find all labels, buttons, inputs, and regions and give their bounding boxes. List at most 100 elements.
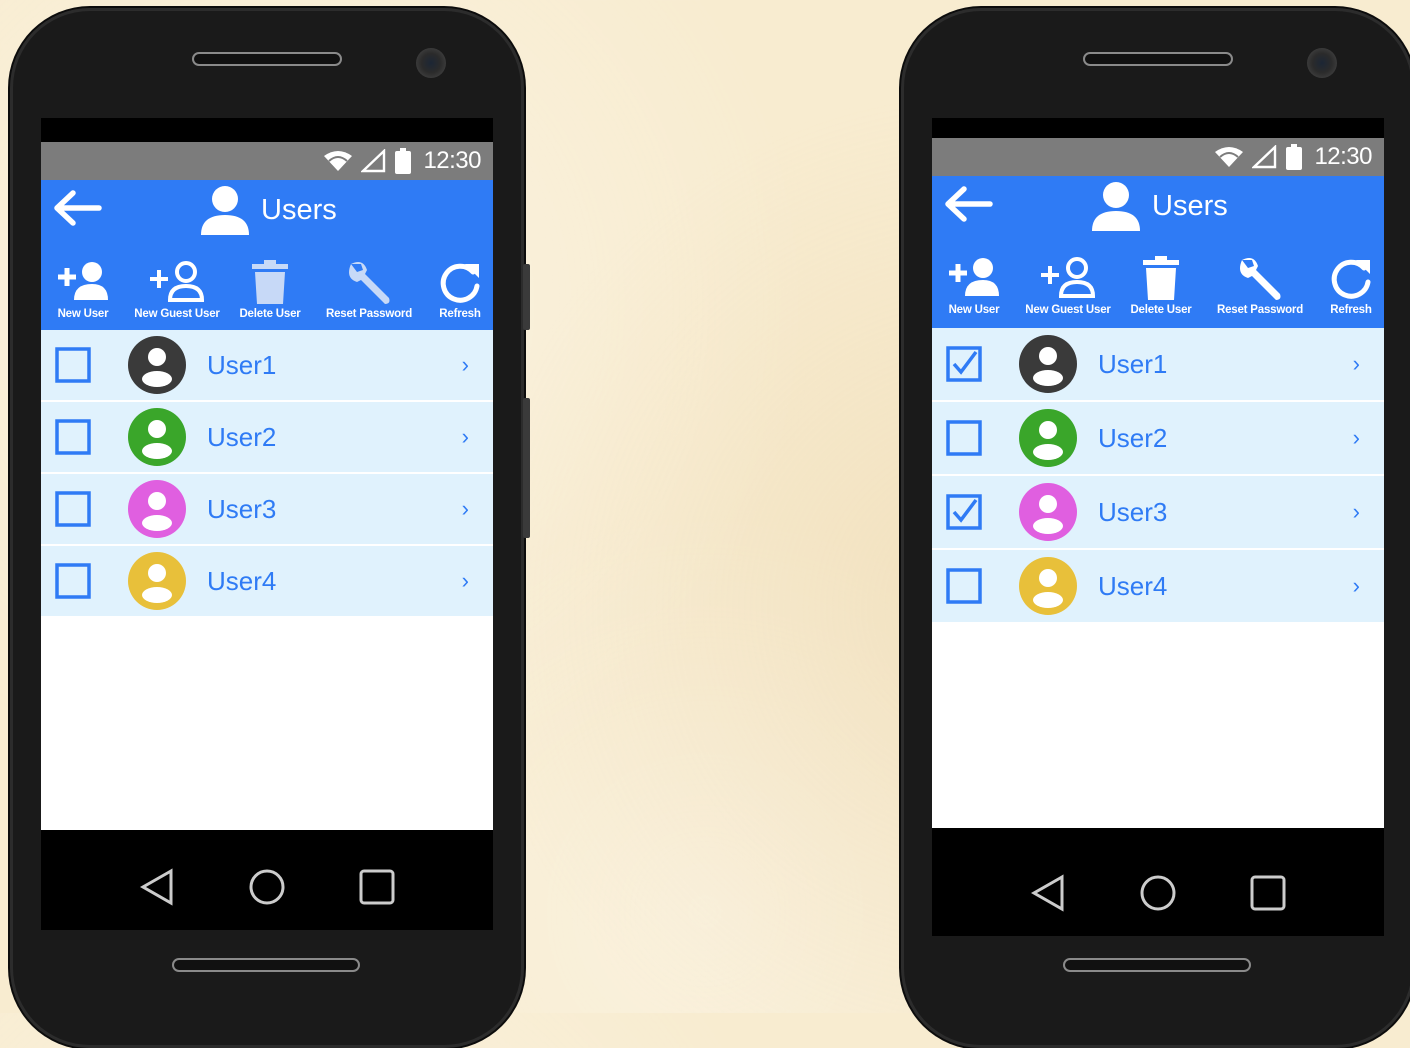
- user-name: User3: [207, 493, 277, 524]
- new-guest-user-button[interactable]: New Guest User: [1016, 256, 1120, 316]
- home-circle-icon[interactable]: [247, 867, 287, 907]
- user-row-user3[interactable]: User3 ›: [41, 474, 493, 546]
- screen: 12:30 Users New User New Guest User Dele…: [41, 118, 493, 930]
- trash-icon: [1143, 256, 1179, 300]
- wrench-icon: [1240, 258, 1281, 300]
- user-row-user3[interactable]: User3 ›: [932, 476, 1384, 550]
- chevron-right-icon: ›: [1352, 351, 1360, 376]
- user-name: User1: [207, 349, 277, 380]
- avatar-icon: [128, 480, 186, 538]
- checkbox-icon[interactable]: [55, 563, 91, 599]
- user-name: User2: [207, 421, 277, 452]
- front-camera: [1307, 48, 1337, 78]
- screen: 12:30 Users New User New Guest User Dele…: [932, 118, 1384, 936]
- signal-icon: [1252, 145, 1277, 169]
- checkbox-checked-icon[interactable]: [946, 494, 982, 530]
- avatar-icon: [1019, 335, 1077, 393]
- avatar-icon: [1019, 409, 1077, 467]
- user-name: User1: [1098, 348, 1168, 379]
- page-title: Users: [1152, 189, 1228, 222]
- wifi-icon: [324, 151, 353, 171]
- refresh-icon: [1331, 259, 1371, 299]
- chevron-right-icon: ›: [1352, 499, 1360, 524]
- checkbox-icon[interactable]: [946, 568, 982, 604]
- header-title-group: Users: [1090, 178, 1228, 234]
- bottom-speaker: [172, 958, 360, 972]
- reset-password-button[interactable]: Reset Password: [311, 260, 427, 320]
- user-name: User2: [1098, 422, 1168, 453]
- back-arrow-icon[interactable]: [942, 184, 996, 224]
- user-icon: [201, 186, 249, 235]
- delete-user-button[interactable]: Delete User: [1120, 256, 1202, 316]
- reset-password-button[interactable]: Reset Password: [1202, 256, 1318, 316]
- new-user-button[interactable]: New User: [932, 256, 1016, 316]
- user-row-user1[interactable]: User1 ›: [932, 328, 1384, 402]
- user-row-user4[interactable]: User4 ›: [932, 550, 1384, 624]
- volume-button: [523, 264, 530, 330]
- new-user-button[interactable]: New User: [41, 260, 125, 320]
- status-time: 12:30: [1314, 143, 1372, 170]
- refresh-button[interactable]: Refresh: [1318, 256, 1384, 316]
- user-row-user1[interactable]: User1 ›: [41, 330, 493, 402]
- wrench-icon: [349, 262, 390, 304]
- phone-right: 12:30 Users New User New Guest User Dele…: [901, 8, 1410, 1048]
- user-name: User4: [1098, 570, 1168, 601]
- battery-icon: [395, 148, 412, 174]
- back-triangle-icon[interactable]: [1028, 873, 1068, 913]
- chevron-right-icon: ›: [1352, 425, 1360, 450]
- home-circle-icon[interactable]: [1138, 873, 1178, 913]
- system-navbar: [41, 840, 493, 930]
- avatar-icon: [128, 408, 186, 466]
- battery-icon: [1286, 144, 1303, 170]
- add-guest-user-icon: [150, 261, 205, 302]
- user-list: User1 › User2 › User3 › User4 ›: [932, 328, 1384, 828]
- user-row-user2[interactable]: User2 ›: [932, 402, 1384, 476]
- checkbox-icon[interactable]: [946, 420, 982, 456]
- avatar-icon: [1019, 483, 1077, 541]
- wifi-icon: [1215, 147, 1244, 167]
- back-arrow-icon[interactable]: [51, 188, 105, 228]
- recents-square-icon[interactable]: [357, 867, 397, 907]
- signal-icon: [361, 149, 386, 173]
- checkbox-icon[interactable]: [55, 419, 91, 455]
- back-triangle-icon[interactable]: [137, 867, 177, 907]
- checkbox-checked-icon[interactable]: [946, 346, 982, 382]
- page-title: Users: [261, 193, 337, 226]
- user-list: User1 › User2 › User3 › User4 ›: [41, 330, 493, 830]
- bottom-speaker: [1063, 958, 1251, 972]
- earpiece-speaker: [1083, 52, 1233, 66]
- delete-user-button[interactable]: Delete User: [229, 260, 311, 320]
- status-bar: 12:30: [41, 142, 493, 180]
- header-title-group: Users: [199, 182, 337, 238]
- user-name: User4: [207, 565, 277, 596]
- chevron-right-icon: ›: [461, 424, 469, 449]
- avatar-icon: [128, 336, 186, 394]
- front-camera: [416, 48, 446, 78]
- status-time: 12:30: [423, 147, 481, 174]
- chevron-right-icon: ›: [461, 568, 469, 593]
- checkbox-icon[interactable]: [55, 347, 91, 383]
- user-row-user2[interactable]: User2 ›: [41, 402, 493, 474]
- user-name: User3: [1098, 496, 1168, 527]
- chevron-right-icon: ›: [1352, 573, 1360, 598]
- add-user-icon: [949, 258, 999, 296]
- checkbox-icon[interactable]: [55, 491, 91, 527]
- user-icon: [1092, 182, 1140, 231]
- avatar-icon: [128, 552, 186, 610]
- new-guest-user-button[interactable]: New Guest User: [125, 260, 229, 320]
- status-bar: 12:30: [932, 138, 1384, 176]
- system-navbar: [932, 846, 1384, 936]
- app-toolbar: Users New User New Guest User Delete Use…: [932, 176, 1384, 328]
- action-bar: New User New Guest User Delete User Rese…: [932, 256, 1384, 316]
- avatar-icon: [1019, 557, 1077, 615]
- recents-square-icon[interactable]: [1248, 873, 1288, 913]
- earpiece-speaker: [192, 52, 342, 66]
- refresh-icon: [440, 263, 480, 303]
- app-toolbar: Users New User New Guest User Delete Use…: [41, 180, 493, 330]
- trash-icon: [252, 260, 288, 304]
- add-guest-user-icon: [1041, 257, 1096, 298]
- refresh-button[interactable]: Refresh: [427, 260, 493, 320]
- user-row-user4[interactable]: User4 ›: [41, 546, 493, 618]
- action-bar: New User New Guest User Delete User Rese…: [41, 260, 493, 320]
- power-button: [523, 398, 530, 538]
